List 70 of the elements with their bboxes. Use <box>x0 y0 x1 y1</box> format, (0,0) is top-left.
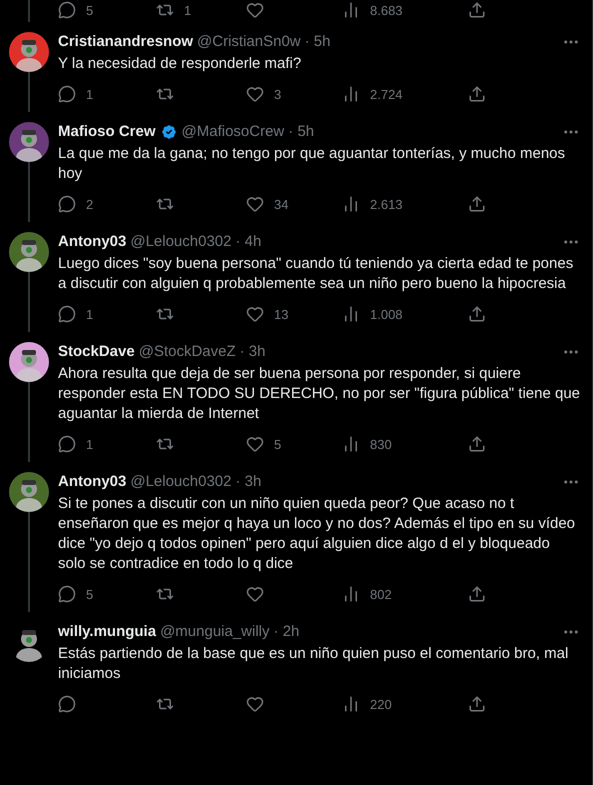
reply-icon[interactable] <box>58 85 76 103</box>
tweet-text: Estás partiendo de la base que es un niño quien puso el comentario bro, mal iniciamos <box>58 644 570 684</box>
author-handle[interactable]: @CristianSn0w <box>197 32 301 52</box>
reply-count: 5 <box>86 2 94 18</box>
tweet-text: Ahora resulta que deja de ser buena persona por responder, si quiere responder esta EN TODO SU DERECHO, no por ser "figura pública" tiene que aguantar la mierda de Internet <box>58 364 580 424</box>
author-name[interactable]: StockDave <box>58 342 135 362</box>
share-icon[interactable] <box>468 435 486 453</box>
tweet-text: Luego dices "soy buena persona" cuando tú teniendo ya cierta edad te pones a discutir con alguien q probablemente sea un niño pero bueno la hipocresia <box>58 254 574 294</box>
like-icon[interactable] <box>246 195 264 213</box>
author-handle[interactable]: @MafiosoCrew <box>182 122 284 142</box>
author-handle[interactable]: @munguia_willy <box>160 622 270 642</box>
share-icon[interactable] <box>468 1 486 19</box>
share-icon[interactable] <box>468 195 486 213</box>
like-count: 5 <box>274 436 282 452</box>
like-icon[interactable] <box>246 695 264 713</box>
reply-count: 1 <box>86 306 94 322</box>
views-icon[interactable] <box>342 305 360 323</box>
tweet-text: La que me da la gana; no tengo por que aguantar tonterías, y mucho menos hoy <box>58 144 566 184</box>
author-handle[interactable]: @Lelouch0302 <box>130 472 232 492</box>
author-name[interactable]: Mafioso Crew <box>58 122 156 142</box>
views-count: 830 <box>370 436 392 452</box>
retweet-count: 1 <box>184 2 192 18</box>
post-time[interactable]: · 3h <box>240 342 266 362</box>
post-time[interactable]: · 2h <box>274 622 300 642</box>
post-time[interactable]: · 4h <box>235 232 262 252</box>
author-handle[interactable]: @StockDaveZ <box>138 342 236 362</box>
like-count: 3 <box>274 86 282 102</box>
author-name[interactable]: willy.munguia <box>58 622 156 642</box>
like-icon[interactable] <box>246 585 264 603</box>
post-time[interactable]: · 5h <box>288 122 314 142</box>
share-icon[interactable] <box>468 85 486 103</box>
views-icon[interactable] <box>342 1 360 19</box>
views-count: 2.613 <box>370 196 403 212</box>
like-count: 34 <box>274 196 288 212</box>
author-handle[interactable]: @Lelouch0302 <box>130 232 232 252</box>
like-icon[interactable] <box>246 85 264 103</box>
like-icon[interactable] <box>246 1 264 19</box>
author-name[interactable]: Antony03 <box>58 472 126 492</box>
reply-icon[interactable] <box>58 585 76 603</box>
author-name[interactable]: Cristianandresnow <box>58 32 194 52</box>
reply-count: 1 <box>86 86 94 102</box>
views-icon[interactable] <box>342 435 360 453</box>
share-icon[interactable] <box>468 305 486 323</box>
views-icon[interactable] <box>342 85 360 103</box>
tweet-text: Y la necesidad de responderle mafi? <box>58 54 302 74</box>
like-count: 13 <box>274 306 288 322</box>
reply-icon[interactable] <box>58 195 76 213</box>
views-count: 8.683 <box>370 2 403 18</box>
reply-icon[interactable] <box>58 435 76 453</box>
views-icon[interactable] <box>342 695 360 713</box>
share-icon[interactable] <box>468 695 486 713</box>
post-time[interactable]: · 5h <box>304 32 330 52</box>
reply-count: 1 <box>86 436 94 452</box>
views-count: 220 <box>370 696 392 712</box>
post-time[interactable]: · 3h <box>235 472 262 492</box>
reply-count: 5 <box>86 586 94 602</box>
views-count: 2.724 <box>370 86 403 102</box>
reply-icon[interactable] <box>58 695 76 713</box>
like-icon[interactable] <box>246 435 264 453</box>
views-icon[interactable] <box>342 585 360 603</box>
author-name[interactable]: Antony03 <box>58 232 126 252</box>
views-count: 802 <box>370 586 392 602</box>
like-icon[interactable] <box>246 305 264 323</box>
tweet-text: Si te pones a discutir con un niño quien queda peor? Que acaso no t enseñaron que es mejor q haya un loco y no dos? Además el tipo en su vídeo dice "yo dejo q todos opinen" pero aquí alguien dice algo d el y bloqueado solo se contradice en todo lo q dice <box>58 494 576 574</box>
reply-icon[interactable] <box>58 1 76 19</box>
views-icon[interactable] <box>342 195 360 213</box>
reply-count: 2 <box>86 196 94 212</box>
reply-icon[interactable] <box>58 305 76 323</box>
views-count: 1.008 <box>370 306 403 322</box>
share-icon[interactable] <box>468 585 486 603</box>
